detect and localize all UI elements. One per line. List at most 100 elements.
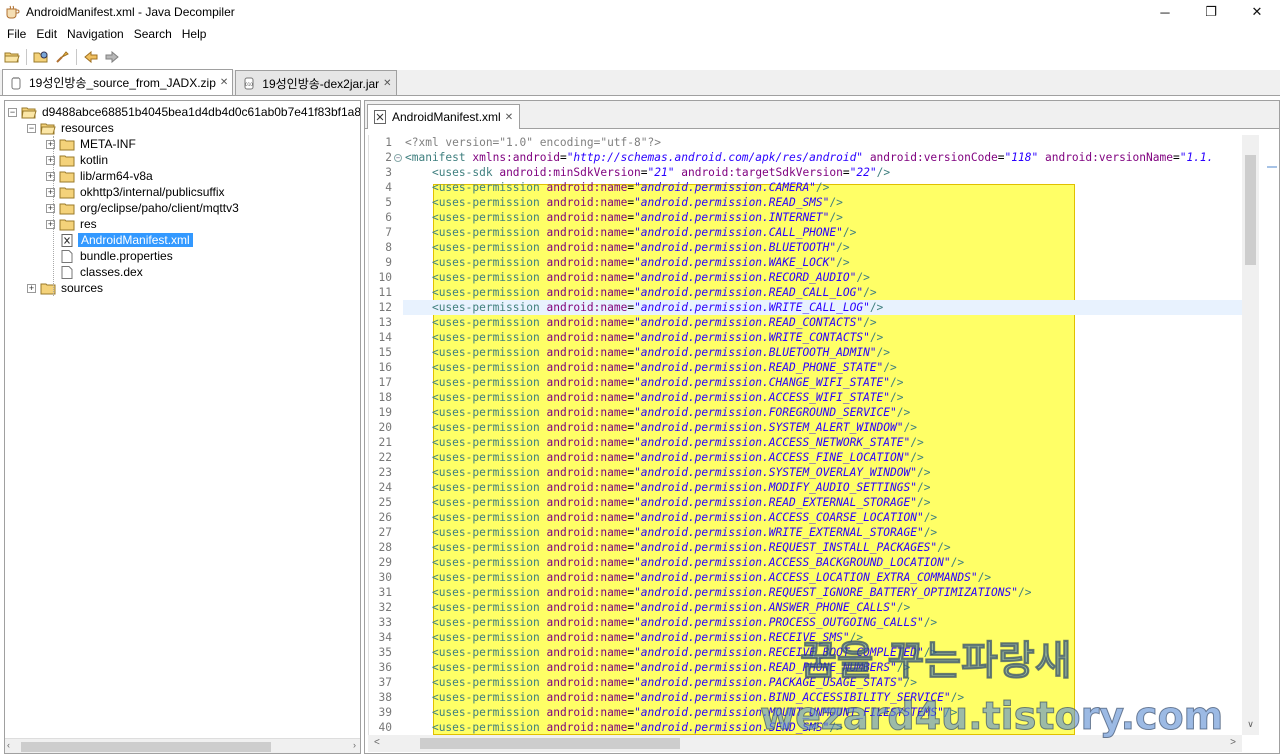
maximize-button[interactable]: ❐ xyxy=(1188,0,1234,24)
editor-panel: AndroidManifest.xml ✕ 1 <?xml version="1.… xyxy=(364,100,1280,754)
code-editor[interactable]: 1 <?xml version="1.0" encoding="utf-8"?> 2… xyxy=(368,135,1242,735)
editor-tab-label: AndroidManifest.xml xyxy=(392,110,501,124)
folder-open-icon xyxy=(40,123,56,134)
code-line: 35 <uses-permission android:name="androi… xyxy=(369,645,1242,660)
line-number: 35 xyxy=(378,646,392,659)
tree-item[interactable]: AndroidManifest.xml xyxy=(46,232,193,248)
scroll-left-icon[interactable]: ‹ xyxy=(7,740,10,750)
file-tab-dex2jar[interactable]: 010 19성인방송-dex2jar.jar ✕ xyxy=(235,70,397,95)
code-text: <uses-permission android:name="android.p… xyxy=(431,331,884,344)
code-line: 29 <uses-permission android:name="androi… xyxy=(369,555,1242,570)
tree-item[interactable]: + sources xyxy=(27,280,105,296)
expand-icon[interactable]: + xyxy=(27,283,36,293)
xml-file-icon xyxy=(374,110,386,124)
tree-item[interactable]: + META-INF xyxy=(46,136,138,152)
jar-file-icon: 010 xyxy=(244,77,254,90)
open-type-icon[interactable] xyxy=(32,48,50,66)
line-number: 21 xyxy=(378,436,392,449)
code-line: 4 <uses-permission android:name="android… xyxy=(369,180,1242,195)
menu-search[interactable]: Search xyxy=(129,27,177,41)
code-text: <uses-permission android:name="android.p… xyxy=(431,451,924,464)
code-text: <uses-permission android:name="android.p… xyxy=(431,586,1032,599)
tree-root[interactable]: − d9488abce68851b4045bea1d4db4d0c61ab0b7… xyxy=(8,104,360,120)
code-line: 11 <uses-permission android:name="androi… xyxy=(369,285,1242,300)
line-number: 32 xyxy=(378,601,392,614)
line-number: 37 xyxy=(378,676,392,689)
line-number: 30 xyxy=(378,571,392,584)
menu-help[interactable]: Help xyxy=(177,27,212,41)
file-tree-panel: − d9488abce68851b4045bea1d4db4d0c61ab0b7… xyxy=(4,100,361,754)
code-text: <uses-permission android:name="android.p… xyxy=(431,241,850,254)
line-number: 20 xyxy=(378,421,392,434)
code-text: <uses-permission android:name="android.p… xyxy=(431,496,931,509)
code-text: <uses-permission android:name="android.p… xyxy=(431,361,897,374)
menu-file[interactable]: File xyxy=(2,27,31,41)
code-text: <uses-permission android:name="android.p… xyxy=(431,316,877,329)
toolbar-separator xyxy=(76,49,77,65)
code-text: <uses-permission android:name="android.p… xyxy=(431,421,917,434)
tree-horizontal-scrollbar[interactable]: ‹ › xyxy=(5,738,360,753)
line-number: 19 xyxy=(378,406,392,419)
forward-icon[interactable] xyxy=(103,48,121,66)
tree-item[interactable]: + org/eclipse/paho/client/mqttv3 xyxy=(46,200,241,216)
editor-horizontal-scrollbar[interactable]: < > xyxy=(368,735,1242,752)
scroll-down-icon[interactable]: ∨ xyxy=(1242,719,1259,733)
code-line: 13 <uses-permission android:name="androi… xyxy=(369,315,1242,330)
file-tab-label: 19성인방송-dex2jar.jar xyxy=(262,76,380,91)
search-icon[interactable] xyxy=(53,48,71,66)
menu-navigation[interactable]: Navigation xyxy=(62,27,129,41)
code-text: <?xml version="1.0" encoding="utf-8"?> xyxy=(405,136,661,149)
fold-toggle-icon[interactable]: − xyxy=(394,154,402,162)
menu-edit[interactable]: Edit xyxy=(31,27,62,41)
code-line: 37 <uses-permission android:name="androi… xyxy=(369,675,1242,690)
scrollbar-thumb[interactable] xyxy=(1245,155,1256,265)
tree-item[interactable]: + okhttp3/internal/publicsuffix xyxy=(46,184,227,200)
line-number: 13 xyxy=(378,316,392,329)
folder-icon xyxy=(59,171,75,182)
collapse-icon[interactable]: − xyxy=(8,107,17,117)
tree-item[interactable]: − resources xyxy=(27,120,116,136)
open-file-icon[interactable] xyxy=(3,48,21,66)
code-text: <uses-permission android:name="android.p… xyxy=(431,301,884,314)
svg-text:010: 010 xyxy=(245,82,253,87)
tree-item[interactable]: classes.dex xyxy=(46,264,145,280)
code-text: <uses-permission android:name="android.p… xyxy=(431,556,965,569)
tree-item-label: kotlin xyxy=(80,153,109,167)
scrollbar-thumb[interactable] xyxy=(21,742,271,752)
close-tab-icon[interactable]: ✕ xyxy=(383,78,391,89)
code-line: 34 <uses-permission android:name="androi… xyxy=(369,630,1242,645)
editor-vertical-scrollbar[interactable]: ∨ xyxy=(1242,135,1259,735)
line-number: 34 xyxy=(378,631,392,644)
code-text: <uses-permission android:name="android.p… xyxy=(431,571,992,584)
collapse-icon[interactable]: − xyxy=(27,123,36,133)
tree-item[interactable]: + lib/arm64-v8a xyxy=(46,168,155,184)
line-number: 25 xyxy=(378,496,392,509)
back-icon[interactable] xyxy=(82,48,100,66)
code-text: <uses-permission android:name="android.p… xyxy=(431,346,891,359)
tree-item-label: lib/arm64-v8a xyxy=(80,169,153,183)
scrollbar-thumb[interactable] xyxy=(420,738,680,749)
close-tab-icon[interactable]: ✕ xyxy=(220,77,228,88)
close-button[interactable]: ✕ xyxy=(1234,0,1280,24)
file-tab-bar: 19성인방송_source_from_JADX.zip ✕ 010 19성인방송… xyxy=(0,69,1280,96)
folder-icon xyxy=(59,155,75,166)
code-line: 28 <uses-permission android:name="androi… xyxy=(369,540,1242,555)
code-line: 5 <uses-permission android:name="android… xyxy=(369,195,1242,210)
tree-item[interactable]: + kotlin xyxy=(46,152,110,168)
line-number: 5 xyxy=(385,196,392,209)
minimize-button[interactable]: ─ xyxy=(1142,0,1188,24)
file-icon xyxy=(61,265,73,279)
line-number: 3 xyxy=(385,166,392,179)
editor-tab-androidmanifest[interactable]: AndroidManifest.xml ✕ xyxy=(367,104,521,129)
file-tab-jadx-zip[interactable]: 19성인방송_source_from_JADX.zip ✕ xyxy=(2,69,234,95)
line-number: 24 xyxy=(378,481,392,494)
scroll-right-icon[interactable]: › xyxy=(353,740,356,750)
folder-icon xyxy=(59,139,75,150)
code-line: 31 <uses-permission android:name="androi… xyxy=(369,585,1242,600)
scroll-left-icon[interactable]: < xyxy=(374,737,380,748)
code-text: <manifest xmlns:android="http://schemas.… xyxy=(405,151,1214,164)
scroll-right-icon[interactable]: > xyxy=(1230,737,1236,748)
tree-item[interactable]: bundle.properties xyxy=(46,248,175,264)
code-line: 26 <uses-permission android:name="androi… xyxy=(369,510,1242,525)
close-tab-icon[interactable]: ✕ xyxy=(505,112,513,123)
